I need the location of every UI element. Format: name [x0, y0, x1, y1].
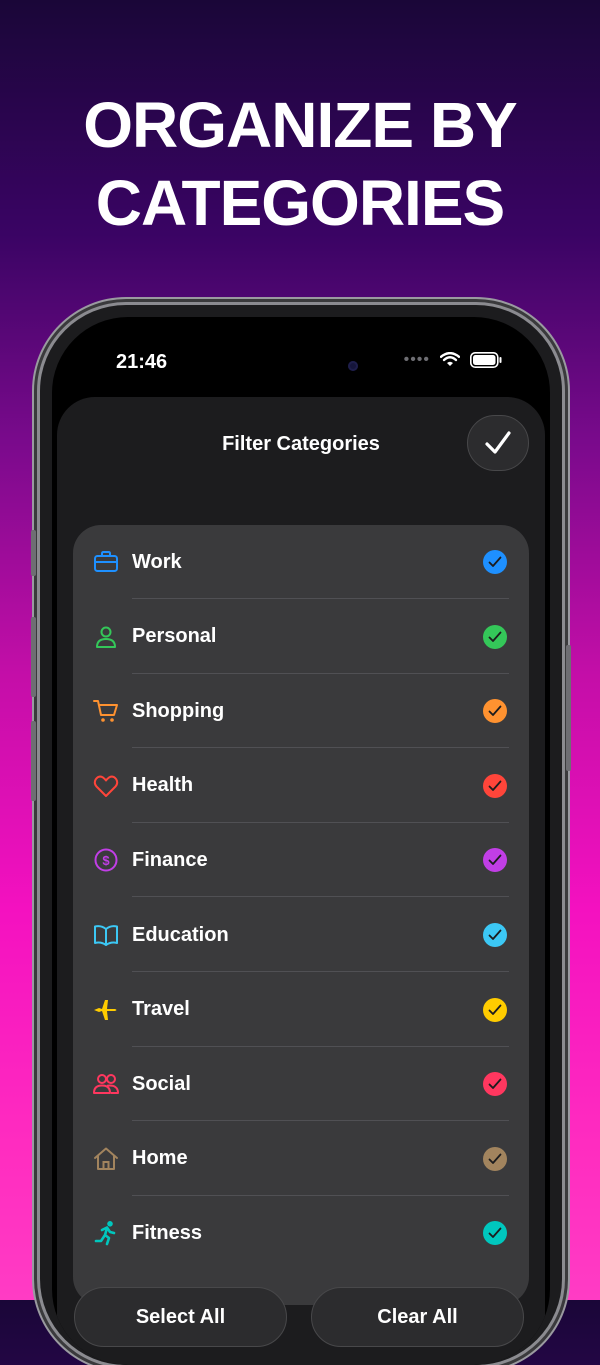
checkmark-circle-icon[interactable] [483, 1221, 507, 1246]
category-row-work[interactable]: Work [73, 525, 529, 599]
runner-icon [94, 1221, 116, 1246]
category-label: Health [132, 774, 194, 797]
battery-icon [470, 352, 502, 368]
headline: ORGANIZE BY CATEGORIES [0, 86, 600, 242]
checkmark-circle-icon[interactable] [483, 1072, 507, 1097]
category-label: Education [132, 923, 229, 946]
category-row-education[interactable]: Education [73, 898, 529, 972]
category-row-health[interactable]: Health [73, 749, 529, 823]
checkmark-circle-icon[interactable] [483, 848, 507, 873]
select-all-button[interactable]: Select All [74, 1287, 287, 1347]
clear-all-button[interactable]: Clear All [311, 1287, 524, 1347]
status-time: 21:46 [116, 351, 168, 373]
category-label: Work [132, 550, 182, 573]
category-label: Finance [132, 848, 208, 871]
house-icon [94, 1147, 118, 1170]
briefcase-icon [94, 551, 118, 572]
category-row-finance[interactable]: $ Finance [73, 823, 529, 898]
category-label: Shopping [132, 699, 225, 722]
filter-sheet: Filter Categories Work Personal Shopping He… [57, 397, 545, 1365]
wifi-icon [440, 352, 460, 366]
person-icon [96, 626, 116, 648]
status-icons: •••• [404, 351, 502, 369]
checkmark-circle-icon[interactable] [483, 997, 507, 1022]
category-label: Social [132, 1072, 191, 1095]
category-label: Home [132, 1147, 188, 1170]
category-row-home[interactable]: Home [73, 1122, 529, 1196]
category-label: Fitness [132, 1221, 203, 1244]
checkmark-circle-icon[interactable] [483, 624, 507, 649]
book-icon [94, 925, 118, 946]
heart-icon [93, 775, 119, 797]
category-row-personal[interactable]: Personal [73, 600, 529, 674]
power-button [566, 645, 571, 771]
category-list: Work Personal Shopping Health $ Finance Educat… [73, 525, 529, 1305]
checkmark-circle-icon[interactable] [483, 550, 507, 574]
airplane-icon [94, 999, 117, 1020]
category-label: Personal [132, 625, 217, 648]
checkmark-circle-icon[interactable] [483, 1146, 507, 1171]
headline-line-1: ORGANIZE BY [83, 89, 517, 161]
category-row-travel[interactable]: Travel [73, 973, 529, 1047]
category-row-social[interactable]: Social [73, 1047, 529, 1122]
volume-up-button [31, 617, 36, 697]
cart-icon [93, 700, 118, 722]
headline-line-2: CATEGORIES [95, 167, 505, 239]
people-icon [93, 1074, 119, 1095]
category-row-fitness[interactable]: Fitness [73, 1196, 529, 1270]
checkmark-circle-icon[interactable] [483, 699, 507, 724]
category-row-shopping[interactable]: Shopping [73, 674, 529, 749]
volume-down-button [31, 721, 36, 801]
svg-text:$: $ [102, 853, 110, 868]
phone-frame: 21:46 •••• Filter Categories Work Person… [31, 305, 571, 1365]
phone-screen: 21:46 •••• Filter Categories Work Person… [52, 317, 550, 1365]
checkmark-circle-icon[interactable] [483, 923, 507, 947]
mute-switch [31, 530, 36, 576]
done-button[interactable] [467, 415, 529, 471]
camera-dot [348, 361, 358, 371]
checkmark-circle-icon[interactable] [483, 773, 507, 798]
dollar-circle-icon: $ [94, 848, 118, 872]
checkmark-icon [485, 431, 511, 454]
category-label: Travel [132, 998, 190, 1021]
cellular-dots-icon: •••• [403, 351, 430, 368]
